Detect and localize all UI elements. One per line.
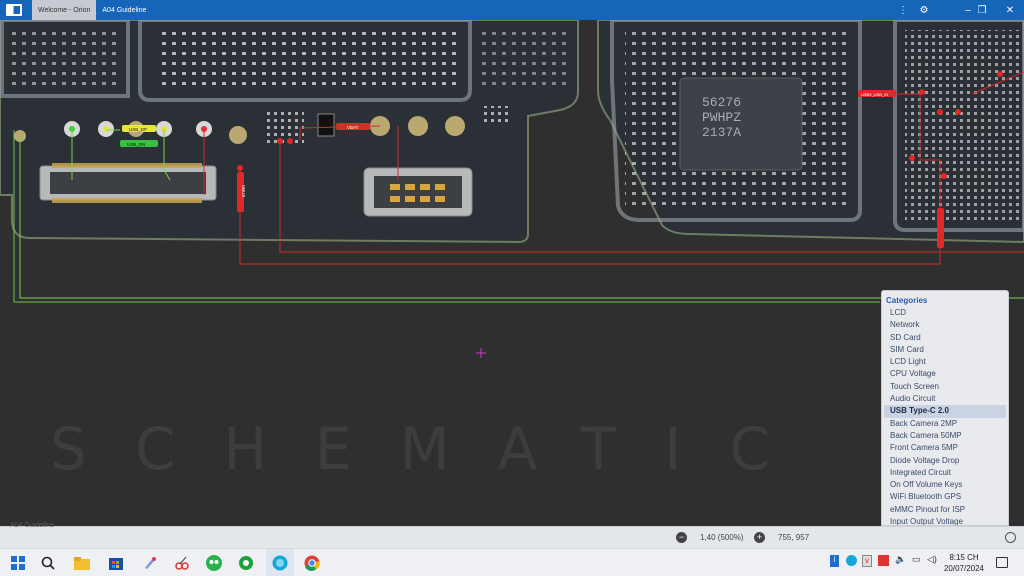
categories-title: Categories bbox=[886, 296, 928, 305]
globe-icon[interactable] bbox=[1005, 532, 1016, 543]
app-logo-icon[interactable] bbox=[0, 0, 28, 20]
tray-red-icon[interactable] bbox=[878, 555, 889, 566]
category-item[interactable]: eMMC Pinout for ISP bbox=[884, 504, 1006, 516]
app-green-gear-icon[interactable] bbox=[236, 553, 256, 573]
chip-marking-line-1: 56276 bbox=[702, 95, 741, 110]
window-controls: ⋮ ⚙ – ❐ ✕ bbox=[896, 0, 1024, 20]
speaker-icon[interactable]: ◁) bbox=[927, 554, 937, 565]
paint-icon[interactable] bbox=[140, 553, 160, 573]
net-label-usb3-usb-in-text: USB3_USB_IN bbox=[861, 92, 888, 97]
category-item[interactable]: SIM Card bbox=[884, 344, 1006, 356]
tray-app-icon[interactable] bbox=[846, 555, 857, 566]
faded-guideline-label: A04 Guideline bbox=[10, 522, 54, 529]
gear-icon[interactable]: ⚙ bbox=[910, 0, 938, 20]
chip-marking-line-3: 2137A bbox=[702, 125, 741, 140]
clock-time: 8:15 CH bbox=[949, 553, 979, 562]
cursor-coordinates: 755, 957 bbox=[778, 533, 810, 542]
net-label-vbus-text: VBUS bbox=[241, 185, 246, 197]
category-item[interactable]: Audio Circuit bbox=[884, 393, 1006, 405]
title-bar: Welcome - Orion A04 Guideline ⋮ ⚙ – ❐ ✕ bbox=[0, 0, 1024, 20]
windows-start-icon[interactable] bbox=[8, 553, 28, 573]
notification-icon[interactable] bbox=[996, 557, 1008, 568]
net-label-usb-dp-text: USB_DP bbox=[129, 127, 147, 132]
category-item[interactable]: Back Camera 2MP bbox=[884, 418, 1006, 430]
app-green-owl-icon[interactable] bbox=[204, 553, 224, 573]
restore-icon[interactable]: ❐ bbox=[968, 0, 996, 20]
board-canvas[interactable]: 56276 PWHPZ 2137A USB_DP USB_DN VBAT VBU… bbox=[0, 20, 1024, 524]
more-icon[interactable]: ⋮ bbox=[896, 5, 910, 16]
category-item[interactable]: SD Card bbox=[884, 332, 1006, 344]
tray-shield-icon[interactable]: v bbox=[862, 555, 872, 567]
category-item[interactable]: Diode Voltage Drop bbox=[884, 455, 1006, 467]
category-item[interactable]: On Off Volume Keys bbox=[884, 479, 1006, 491]
close-icon[interactable]: ✕ bbox=[996, 0, 1024, 20]
category-item-selected[interactable]: USB Type-C 2.0 bbox=[884, 405, 1006, 418]
category-item[interactable]: WiFi Bluetooth GPS bbox=[884, 491, 1006, 503]
minimize-icon[interactable]: – bbox=[938, 0, 971, 20]
category-item[interactable]: CPU Voltage bbox=[884, 368, 1006, 380]
zoom-out-button[interactable]: − bbox=[676, 532, 687, 543]
category-item[interactable]: Network bbox=[884, 319, 1006, 331]
info-icon[interactable]: i bbox=[830, 555, 839, 567]
category-item[interactable]: Back Camera 50MP bbox=[884, 430, 1006, 442]
chip-marking-line-2: PWHPZ bbox=[702, 110, 741, 125]
category-item[interactable]: LCD bbox=[884, 307, 1006, 319]
orion-app-icon[interactable] bbox=[270, 553, 290, 573]
small-ic bbox=[317, 113, 335, 137]
net-label-vbat-text: VBAT bbox=[347, 125, 359, 130]
category-item[interactable]: Front Camera 5MP bbox=[884, 442, 1006, 454]
crosshair-cursor bbox=[476, 348, 486, 358]
clock-date: 20/07/2024 bbox=[943, 564, 985, 573]
store-icon[interactable] bbox=[106, 553, 126, 573]
zoom-in-button[interactable]: + bbox=[754, 532, 765, 543]
chrome-icon[interactable] bbox=[302, 553, 322, 573]
categories-panel: Categories LCD Network SD Card SIM Card … bbox=[881, 290, 1009, 526]
app-window: Welcome - Orion A04 Guideline ⋮ ⚙ – ❐ ✕ bbox=[0, 0, 1024, 576]
taskbar: i v 🔈 ▭ ◁) 8:15 CH 20/07/2024 bbox=[0, 548, 1024, 576]
net-label-usb-dn-text: USB_DN bbox=[127, 142, 145, 147]
tab-welcome[interactable]: Welcome - Orion bbox=[32, 0, 97, 20]
taskbar-clock[interactable]: 8:15 CH 20/07/2024 bbox=[942, 552, 986, 574]
status-bar: A04 Guideline − 1,40 (500%) + 755, 957 bbox=[0, 522, 1024, 548]
volume-icon[interactable]: 🔈 bbox=[895, 554, 906, 565]
category-item[interactable]: Input Output Voltage bbox=[884, 516, 1006, 525]
network-icon[interactable]: ▭ bbox=[912, 554, 921, 565]
category-item[interactable]: LCD Light bbox=[884, 356, 1006, 368]
schematic-watermark: SCHEMATIC bbox=[50, 415, 818, 483]
category-item[interactable]: Touch Screen bbox=[884, 381, 1006, 393]
category-item[interactable]: Integrated Circuit bbox=[884, 467, 1006, 479]
tab-a04-guideline[interactable]: A04 Guideline bbox=[96, 0, 153, 20]
snipping-tool-icon[interactable] bbox=[172, 553, 192, 573]
search-icon[interactable] bbox=[38, 553, 58, 573]
file-explorer-icon[interactable] bbox=[72, 553, 92, 573]
net-label-vbus-right[interactable] bbox=[937, 208, 944, 248]
zoom-level: 1,40 (500%) bbox=[700, 533, 744, 542]
